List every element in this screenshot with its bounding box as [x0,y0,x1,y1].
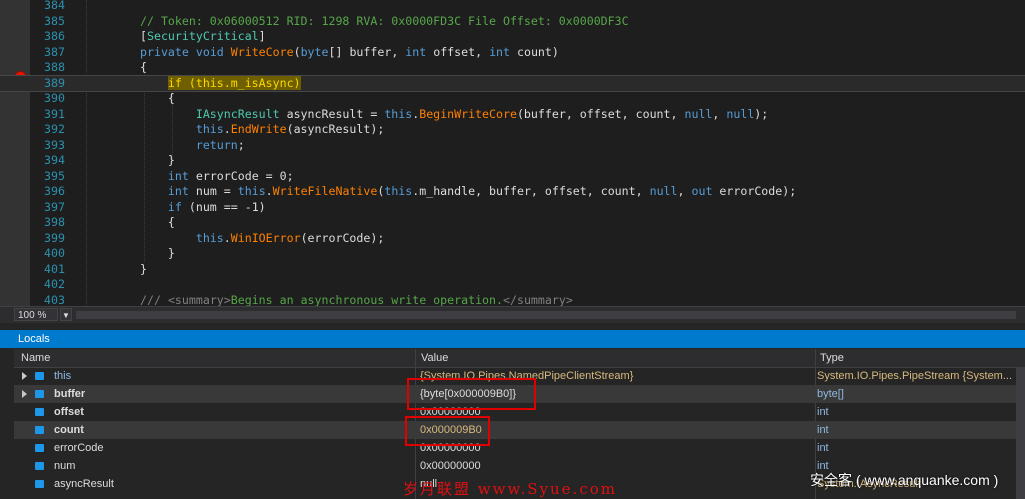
line-number: 388 [44,60,65,74]
code-text: return; [195,137,245,152]
chevron-down-icon[interactable]: ▼ [60,308,72,321]
code-line[interactable]: 389 if (this.m_isAsync) [0,74,1025,92]
code-line[interactable]: 390 { [0,91,1025,107]
variable-name: buffer [54,388,86,400]
line-number: 386 [44,29,65,43]
panel-title: Locals [0,330,1025,348]
code-text: { [140,215,175,229]
line-number: 403 [44,292,65,307]
code-text: this.EndWrite(asyncResult); [195,122,385,136]
highlight-box [405,416,490,446]
watermark-text: 岁月联盟 www.Syue.com [403,480,617,498]
locals-row-count[interactable]: count 0x000009B0 int [14,421,1025,439]
variable-name: this [54,370,72,382]
code-text: /// <summary>Begins an asynchronous writ… [140,292,573,307]
variable-type: byte[] [817,388,844,400]
code-text: } [140,246,175,260]
watermark-text: 安全客 ( www.anquanke.com ) [810,472,999,488]
locals-row-errorCode[interactable]: errorCode 0x00000000 int [14,439,1025,457]
code-line[interactable]: 388 { [0,60,1025,76]
editor-status-bar: 100 % ▼ [0,306,1025,323]
code-text: IAsyncResult asyncResult = this.BeginWri… [195,106,769,121]
line-number: 384 [44,0,65,12]
code-line[interactable]: 387 private void WriteCore(byte[] buffer,… [0,45,1025,61]
code-line[interactable]: 401} [0,262,1025,278]
line-number: 392 [44,122,65,136]
code-line[interactable]: 384 [0,0,1025,14]
code-line[interactable]: 400 } [0,246,1025,262]
code-line[interactable]: 399 this.WinIOError(errorCode); [0,231,1025,247]
horizontal-scrollbar[interactable] [76,311,1016,319]
code-line[interactable]: 392 this.EndWrite(asyncResult); [0,122,1025,138]
line-number: 399 [44,230,65,245]
variable-name: errorCode [54,442,104,454]
code-line[interactable]: 397 if (num == -1) [0,200,1025,216]
line-number: 390 [44,91,65,105]
variable-name: num [54,460,76,472]
code-text: int num = this.WriteFileNative(this.m_ha… [167,184,797,198]
line-number: 391 [44,106,65,121]
column-name-header[interactable]: Name [21,349,50,367]
line-number: 393 [44,137,65,152]
code-line[interactable]: 386 [SecurityCritical] [0,29,1025,45]
code-text: private void WriteCore(byte[] buffer, in… [140,44,559,59]
field-icon [35,426,44,434]
zoom-level[interactable]: 100 % [14,308,58,321]
column-type-header[interactable]: Type [820,349,844,367]
field-icon [35,390,44,398]
field-icon [35,480,44,488]
code-text: { [140,91,175,105]
line-number: 389 [44,75,65,90]
variable-name: offset [54,406,84,418]
variable-value[interactable]: 0x00000000 [420,457,815,475]
highlight-box [407,378,536,410]
locals-header: Name Value Type [14,349,1025,368]
code-line[interactable]: 396 int num = this.WriteFileNative(this.… [0,184,1025,200]
code-line[interactable]: 393 return; [0,138,1025,154]
variable-type: int [817,442,829,454]
code-line[interactable]: 403 /// <summary>Begins an asynchronous w… [0,293,1025,307]
line-number: 394 [44,153,65,167]
code-text: } [140,153,175,167]
line-number: 396 [44,184,65,198]
field-icon [35,372,44,380]
code-text: } [140,261,147,276]
code-line[interactable]: 391 IAsyncResult asyncResult = this.Begi… [0,107,1025,123]
line-number: 402 [44,277,65,291]
expand-arrow-icon[interactable] [22,372,27,380]
variable-name: count [54,424,84,436]
column-value-header[interactable]: Value [421,349,448,367]
code-editor[interactable]: 384 385 // Token: 0x06000512 RID: 1298 RVA… [0,0,1025,306]
code-text: this.WinIOError(errorCode); [195,230,385,245]
line-number: 387 [44,44,65,59]
line-number: 397 [44,199,65,214]
line-number: 401 [44,261,65,276]
field-icon [35,408,44,416]
variable-name: asyncResult [54,478,114,490]
code-text: // Token: 0x06000512 RID: 1298 RVA: 0x00… [140,13,629,28]
code-text: if (this.m_isAsync) [167,75,301,90]
code-line[interactable]: 398 { [0,215,1025,231]
line-number: 395 [44,168,65,183]
code-line[interactable]: 395 int errorCode = 0; [0,169,1025,185]
line-number: 400 [44,246,65,260]
expand-arrow-icon[interactable] [22,390,27,398]
line-number: 398 [44,215,65,229]
variable-type: int [817,424,829,436]
code-text: { [140,60,147,74]
variable-type: System.IO.Pipes.PipeStream {System... [817,370,1013,382]
variable-type: int [817,406,829,418]
code-line[interactable]: 385 // Token: 0x06000512 RID: 1298 RVA: 0… [0,14,1025,30]
code-line[interactable]: 394 } [0,153,1025,169]
line-number: 385 [44,13,65,28]
code-text: if (num == -1) [167,199,266,214]
code-text: int errorCode = 0; [167,168,294,183]
code-line[interactable]: 402 [0,277,1025,293]
field-icon [35,462,44,470]
vertical-scrollbar[interactable] [1016,367,1025,499]
field-icon [35,444,44,452]
code-text: [SecurityCritical] [140,29,266,43]
